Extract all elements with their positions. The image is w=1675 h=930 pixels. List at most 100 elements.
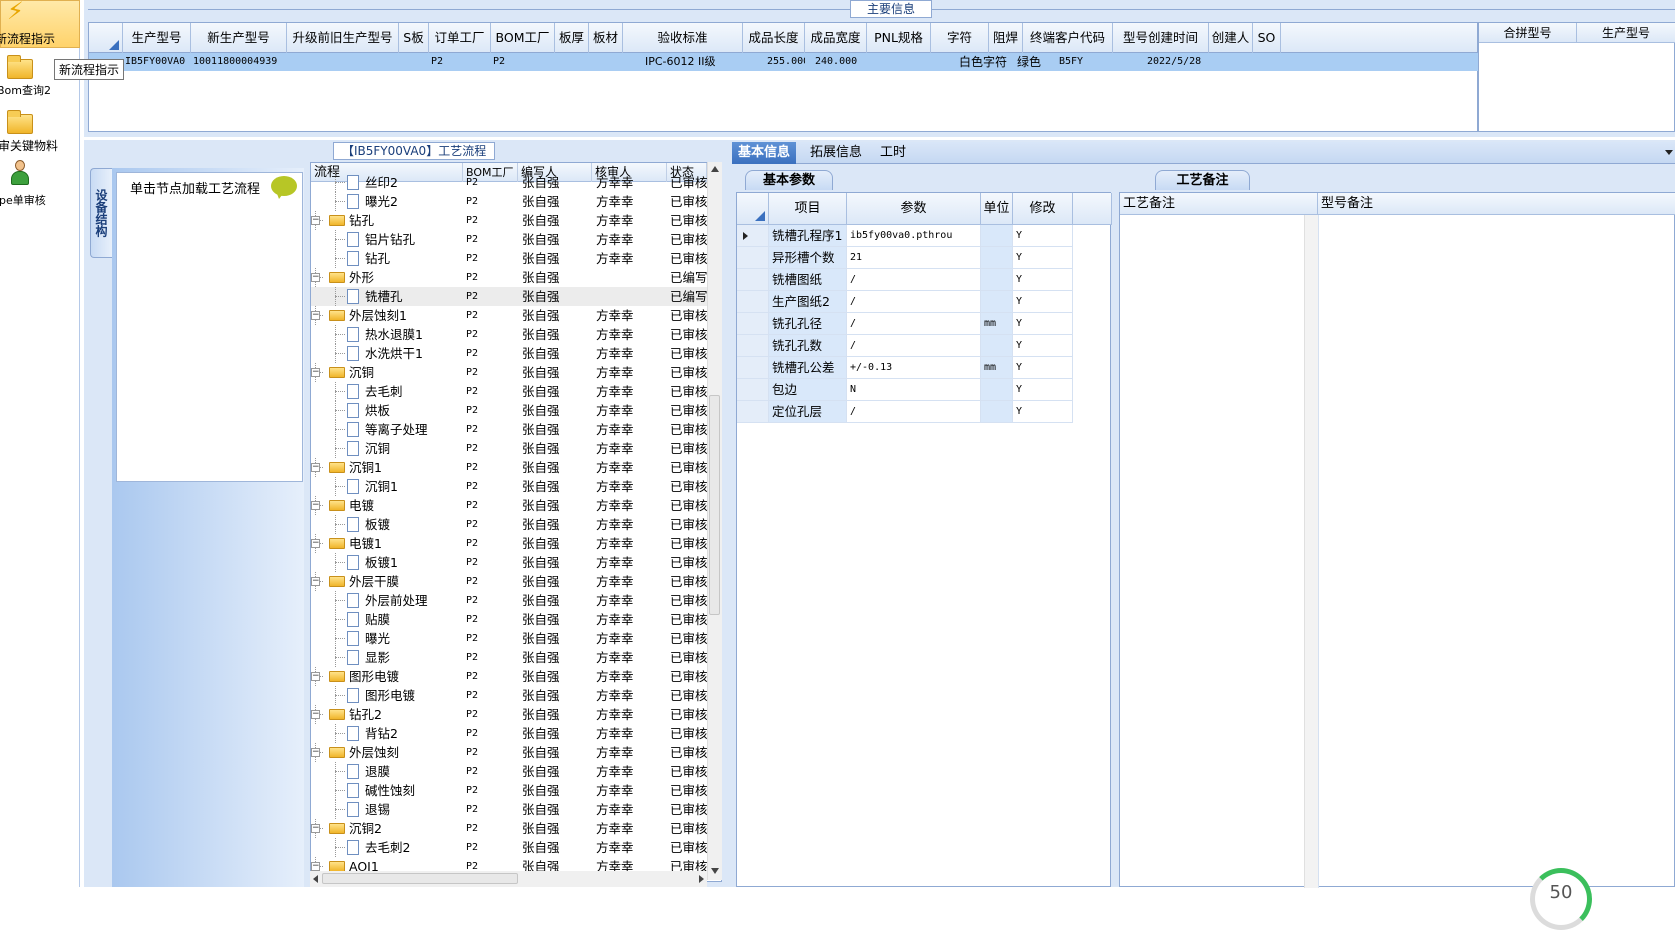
tree-row[interactable]: 图形电镀 P2 张自强 方幸幸 已审核 <box>311 686 707 705</box>
collapse-toggle-icon[interactable]: − <box>311 463 320 472</box>
col-header[interactable]: BOM工厂 <box>491 23 555 53</box>
tree-row[interactable]: 去毛刺2 P2 张自强 方幸幸 已审核 <box>311 838 707 857</box>
row-indicator[interactable] <box>737 313 769 335</box>
cell[interactable]: IPC-6012 II级 <box>643 53 743 71</box>
cell-unit[interactable] <box>981 269 1013 291</box>
cell[interactable]: 255.000 <box>765 53 805 71</box>
tree-row[interactable]: 板镀 P2 张自强 方幸幸 已审核 <box>311 515 707 534</box>
cell[interactable]: 240.000 <box>813 53 867 71</box>
col-header[interactable]: 验收标准 <box>623 23 743 53</box>
cell-edit[interactable]: Y <box>1013 357 1073 379</box>
cell-edit[interactable]: Y <box>1013 291 1073 313</box>
tree-row[interactable]: 铣槽孔 P2 张自强 已编写 <box>311 287 707 306</box>
cell-param[interactable]: 21 <box>847 247 981 269</box>
cell-unit[interactable] <box>981 291 1013 313</box>
collapse-toggle-icon[interactable]: − <box>311 368 320 377</box>
tree-row[interactable]: 去毛刺 P2 张自强 方幸幸 已审核 <box>311 382 707 401</box>
cell-unit[interactable]: mm <box>981 357 1013 379</box>
cell-unit[interactable] <box>981 335 1013 357</box>
tree-row[interactable]: 铝片钻孔 P2 张自强 方幸幸 已审核 <box>311 230 707 249</box>
row-indicator[interactable] <box>737 269 769 291</box>
col-header[interactable]: 升级前旧生产型号 <box>287 23 399 53</box>
cell-item[interactable]: 铣槽孔程序1 <box>769 225 847 247</box>
cell-item[interactable]: 铣槽孔公差 <box>769 357 847 379</box>
cell-param[interactable]: / <box>847 313 981 335</box>
cell[interactable]: 2022/5/28 <box>1145 53 1209 71</box>
tree-row[interactable]: 退锡 P2 张自强 方幸幸 已审核 <box>311 800 707 819</box>
tree-row[interactable]: 板镀1 P2 张自强 方幸幸 已审核 <box>311 553 707 572</box>
tree-row[interactable]: − 图形电镀 P2 张自强 方幸幸 已审核 <box>311 667 707 686</box>
collapse-toggle-icon[interactable]: − <box>311 824 320 833</box>
cell-param[interactable]: / <box>847 335 981 357</box>
cell[interactable]: 10011800004939 <box>191 53 287 71</box>
tree-row[interactable]: 退膜 P2 张自强 方幸幸 已审核 <box>311 762 707 781</box>
param-row[interactable]: 铣孔孔数 / Y <box>737 335 1112 357</box>
scroll-thumb[interactable] <box>709 395 720 615</box>
tree-row[interactable]: − 钻孔 P2 张自强 方幸幸 已审核 <box>311 211 707 230</box>
cell-edit[interactable]: Y <box>1013 401 1073 423</box>
cell-unit[interactable] <box>981 225 1013 247</box>
cell-unit[interactable] <box>981 379 1013 401</box>
cell-param[interactable]: / <box>847 291 981 313</box>
collapse-toggle-icon[interactable]: − <box>311 539 320 548</box>
cell-param[interactable]: / <box>847 401 981 423</box>
tree-row[interactable]: − 沉铜2 P2 张自强 方幸幸 已审核 <box>311 819 707 838</box>
col-header[interactable]: 终端客户代码 <box>1023 23 1113 53</box>
col-header[interactable]: 新生产型号 <box>191 23 287 53</box>
collapse-toggle-icon[interactable]: − <box>311 710 320 719</box>
param-row[interactable]: 铣槽孔公差 +/-0.13 mm Y <box>737 357 1112 379</box>
collapse-toggle-icon[interactable]: − <box>311 216 320 225</box>
select-all-corner[interactable] <box>89 23 123 53</box>
cell-edit[interactable]: Y <box>1013 335 1073 357</box>
cell[interactable]: B5FY <box>1057 53 1113 71</box>
equipment-structure-tab[interactable]: 设备结构 <box>90 168 112 258</box>
row-indicator[interactable] <box>737 335 769 357</box>
cell[interactable]: 白色字符 <box>957 53 1015 71</box>
cell-param[interactable]: N <box>847 379 981 401</box>
cell-param[interactable]: ib5fy00va0.pthrou <box>847 225 981 247</box>
cell[interactable]: P2 <box>429 53 491 71</box>
col-header[interactable]: 型号备注 <box>1318 193 1675 215</box>
col-header[interactable]: 板厚 <box>555 23 589 53</box>
tree-row[interactable]: 背钻2 P2 张自强 方幸幸 已审核 <box>311 724 707 743</box>
table-row[interactable]: IB5FY00VA0 10011800004939 P2 P2 IPC-6012… <box>89 53 1479 71</box>
tree-row[interactable]: 外层前处理 P2 张自强 方幸幸 已审核 <box>311 591 707 610</box>
tree-row[interactable]: 热水退膜1 P2 张自强 方幸幸 已审核 <box>311 325 707 344</box>
cell-edit[interactable]: Y <box>1013 247 1073 269</box>
col-header[interactable]: 生产型号 <box>123 23 191 53</box>
row-indicator[interactable] <box>737 291 769 313</box>
tree-row[interactable]: − 钻孔2 P2 张自强 方幸幸 已审核 <box>311 705 707 724</box>
col-header[interactable]: 创建人 <box>1209 23 1253 53</box>
select-all-corner[interactable] <box>737 193 769 225</box>
tree-row[interactable]: 贴膜 P2 张自强 方幸幸 已审核 <box>311 610 707 629</box>
tab-process-remarks[interactable]: 工艺备注 <box>1155 170 1250 190</box>
tree-row[interactable]: 烘板 P2 张自强 方幸幸 已审核 <box>311 401 707 420</box>
cell-item[interactable]: 生产图纸2 <box>769 291 847 313</box>
remark-scrollbar[interactable] <box>1304 215 1318 888</box>
row-indicator[interactable] <box>737 247 769 269</box>
splitter[interactable] <box>1112 168 1119 887</box>
col-header[interactable]: 修改 <box>1013 193 1073 225</box>
collapse-toggle-icon[interactable]: − <box>311 862 320 871</box>
param-row[interactable]: 铣槽图纸 / Y <box>737 269 1112 291</box>
cell-param[interactable]: +/-0.13 <box>847 357 981 379</box>
col-header[interactable]: 阻焊 <box>989 23 1023 53</box>
param-row[interactable]: 生产图纸2/ Y <box>737 291 1112 313</box>
cell-unit[interactable] <box>981 247 1013 269</box>
row-indicator[interactable] <box>737 401 769 423</box>
col-header[interactable]: PNL规格 <box>867 23 931 53</box>
tree-row[interactable]: − 外层干膜 P2 张自强 方幸幸 已审核 <box>311 572 707 591</box>
col-header[interactable]: S板 <box>399 23 429 53</box>
cell-item[interactable]: 铣孔孔数 <box>769 335 847 357</box>
collapse-toggle-icon[interactable]: − <box>311 501 320 510</box>
chevron-down-icon[interactable] <box>1665 150 1673 155</box>
cell-unit[interactable]: mm <box>981 313 1013 335</box>
col-header[interactable]: SO <box>1253 23 1281 53</box>
col-header[interactable]: 型号创建时间 <box>1113 23 1209 53</box>
cell-item[interactable]: 定位孔层 <box>769 401 847 423</box>
param-row[interactable]: 铣孔孔径 / mm Y <box>737 313 1112 335</box>
sidebar-item-pe-review[interactable]: pe单审核 <box>0 158 80 208</box>
tab-basic-info[interactable]: 基本信息 <box>732 142 797 164</box>
tree-row[interactable]: 钻孔 P2 张自强 方幸幸 已审核 <box>311 249 707 268</box>
param-row[interactable]: 异形槽个数 21 Y <box>737 247 1112 269</box>
